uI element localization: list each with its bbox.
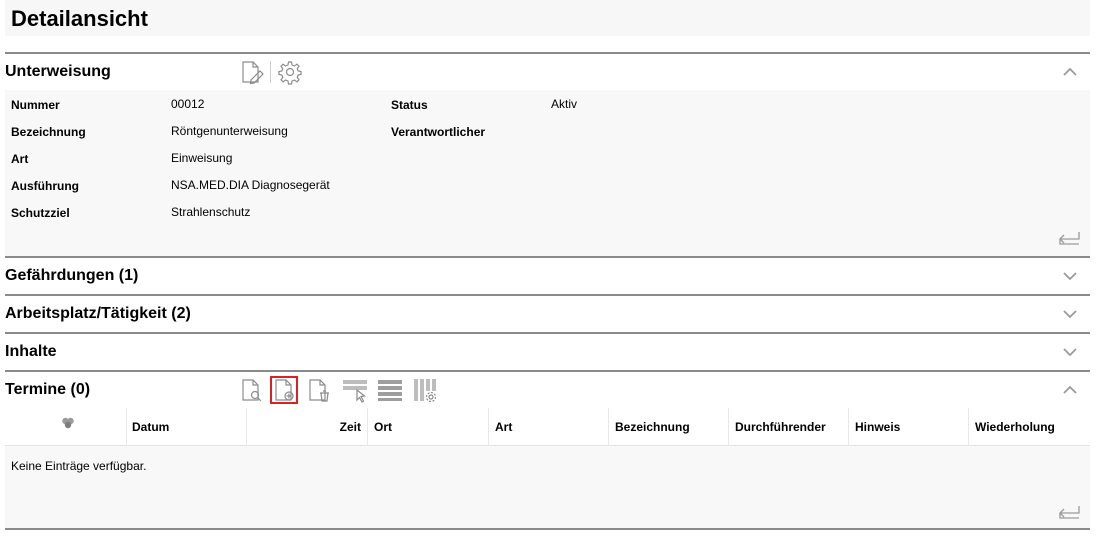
group-icon[interactable]	[61, 416, 75, 430]
termine-table: Datum Zeit Ort Art Bezeichnung Durchführ…	[5, 408, 1090, 530]
unterweisung-details: Nummer 00012 Status Aktiv Bezeichnung Rö…	[5, 90, 1090, 256]
column-separator	[728, 408, 729, 446]
section-inhalte: Inhalte	[5, 332, 1090, 370]
section-title-termine: Termine (0)	[5, 381, 91, 398]
column-header-datum[interactable]: Datum	[132, 408, 169, 446]
field-value-bezeichnung: Röntgenunterweisung	[171, 124, 288, 138]
empty-message: Keine Einträge verfügbar.	[11, 459, 147, 473]
section-gefaehrdungen: Gefährdungen (1)	[5, 256, 1090, 294]
column-header-zeit[interactable]: Zeit	[246, 408, 361, 446]
column-separator	[367, 408, 368, 446]
field-label-ausfuehrung: Ausführung	[11, 179, 79, 193]
column-header-art[interactable]: Art	[495, 408, 512, 446]
chevron-up-icon[interactable]	[1062, 64, 1078, 80]
section-header-inhalte[interactable]: Inhalte	[5, 334, 1090, 370]
column-separator	[126, 408, 127, 446]
field-label-nummer: Nummer	[11, 98, 60, 112]
column-separator	[488, 408, 489, 446]
field-label-status: Status	[391, 98, 428, 112]
field-label-art: Art	[11, 152, 29, 166]
chevron-down-icon[interactable]	[1062, 268, 1078, 284]
section-header-termine[interactable]: Termine (0)	[5, 372, 1090, 408]
section-header-arbeitsplatz[interactable]: Arbeitsplatz/Tätigkeit (2)	[5, 296, 1090, 332]
field-value-nummer: 00012	[171, 97, 205, 111]
section-unterweisung: Unterweisung Nummer 00012 Status Aktiv B…	[5, 52, 1090, 256]
add-document-icon[interactable]	[270, 376, 298, 404]
return-arrow-icon[interactable]	[1056, 504, 1082, 522]
return-arrow-icon[interactable]	[1056, 230, 1082, 248]
field-label-verantwortlicher: Verantwortlicher	[391, 125, 486, 139]
field-label-bezeichnung: Bezeichnung	[11, 125, 86, 139]
chevron-up-icon[interactable]	[1062, 382, 1078, 398]
column-header-durchfuehrender[interactable]: Durchführender	[735, 408, 826, 446]
section-title-unterweisung: Unterweisung	[5, 63, 111, 80]
edit-document-icon[interactable]	[237, 58, 265, 86]
termine-toolbar	[237, 376, 447, 404]
toolbar-separator	[270, 61, 271, 83]
gear-icon[interactable]	[276, 58, 304, 86]
section-arbeitsplatz: Arbeitsplatz/Tätigkeit (2)	[5, 294, 1090, 332]
section-title-arbeitsplatz: Arbeitsplatz/Tätigkeit (2)	[5, 305, 191, 322]
field-value-ausfuehrung: NSA.MED.DIA Diagnosegerät	[171, 178, 330, 192]
column-header-ort[interactable]: Ort	[374, 408, 392, 446]
column-header-hinweis[interactable]: Hinweis	[855, 408, 900, 446]
section-termine: Termine (0) Datum Zeit Ort Art Bezeichnu…	[5, 370, 1090, 530]
page-title-bar: Detailansicht	[5, 0, 1090, 36]
section-title-gefaehrdungen: Gefährdungen (1)	[5, 267, 139, 284]
column-separator	[848, 408, 849, 446]
column-header-bezeichnung[interactable]: Bezeichnung	[615, 408, 690, 446]
column-separator	[608, 408, 609, 446]
field-label-schutzziel: Schutzziel	[11, 206, 70, 220]
section-header-gefaehrdungen[interactable]: Gefährdungen (1)	[5, 258, 1090, 294]
section-header-unterweisung[interactable]: Unterweisung	[5, 54, 1090, 90]
list-view-icon[interactable]	[376, 376, 404, 404]
field-value-art: Einweisung	[171, 151, 233, 165]
search-document-icon[interactable]	[237, 376, 265, 404]
table-header: Datum Zeit Ort Art Bezeichnung Durchführ…	[5, 408, 1090, 446]
page-title: Detailansicht	[11, 6, 148, 31]
column-header-wiederholung[interactable]: Wiederholung	[975, 408, 1055, 446]
chevron-down-icon[interactable]	[1062, 344, 1078, 360]
field-value-schutzziel: Strahlenschutz	[171, 205, 251, 219]
filter-rows-icon[interactable]	[341, 376, 369, 404]
unterweisung-toolbar	[237, 58, 307, 86]
chevron-down-icon[interactable]	[1062, 306, 1078, 322]
column-settings-icon[interactable]	[411, 376, 439, 404]
column-separator	[968, 408, 969, 446]
field-value-status: Aktiv	[551, 97, 578, 111]
delete-document-icon[interactable]	[304, 376, 332, 404]
section-title-inhalte: Inhalte	[5, 343, 57, 360]
